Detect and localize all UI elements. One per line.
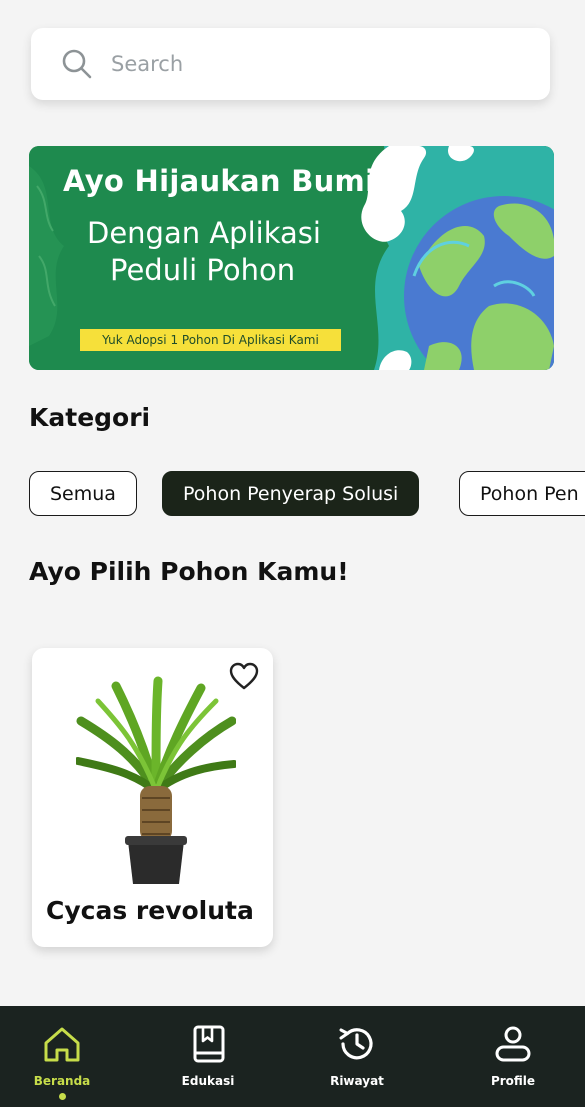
plant-image — [76, 676, 236, 884]
search-bar[interactable] — [31, 28, 550, 100]
search-input[interactable] — [111, 52, 491, 76]
home-icon — [44, 1027, 80, 1062]
nav-label-beranda: Beranda — [33, 1074, 91, 1088]
banner-tagline: Yuk Adopsi 1 Pohon Di Aplikasi Kami — [80, 329, 341, 351]
nav-item-profile[interactable]: Profile — [453, 1006, 573, 1107]
category-chip-list: Semua Pohon Penyerap Solusi Pohon Pen — [0, 471, 585, 517]
user-icon — [495, 1026, 531, 1062]
chip-semua[interactable]: Semua — [29, 471, 137, 516]
promo-banner[interactable]: Ayo Hijaukan Bumi Dengan Aplikasi Peduli… — [29, 146, 554, 370]
chip-pohon-penyerap-solusi[interactable]: Pohon Penyerap Solusi — [162, 471, 420, 516]
tree-card[interactable]: Cycas revoluta — [32, 648, 273, 947]
nav-item-beranda[interactable]: Beranda — [2, 1006, 122, 1107]
banner-headline: Ayo Hijaukan Bumi — [63, 164, 376, 198]
chip-pohon-pen[interactable]: Pohon Pen — [459, 471, 585, 516]
nav-item-riwayat[interactable]: Riwayat — [297, 1006, 417, 1107]
nav-label-riwayat: Riwayat — [330, 1074, 384, 1088]
category-section-title: Kategori — [29, 403, 151, 432]
nav-label-edukasi: Edukasi — [181, 1074, 235, 1088]
banner-subline-1: Dengan Aplikasi — [87, 216, 321, 250]
tree-section-title: Ayo Pilih Pohon Kamu! — [29, 557, 349, 586]
active-indicator-dot — [58, 1093, 66, 1100]
nav-label-profile: Profile — [490, 1074, 536, 1088]
banner-subline-2: Peduli Pohon — [110, 253, 296, 287]
nav-item-edukasi[interactable]: Edukasi — [148, 1006, 268, 1107]
book-icon — [193, 1025, 225, 1063]
tree-name: Cycas revoluta — [46, 896, 254, 925]
history-icon — [339, 1028, 373, 1060]
home-screen: Ayo Hijaukan Bumi Dengan Aplikasi Peduli… — [0, 0, 585, 1107]
bottom-navigation: Beranda Edukasi Riwayat Profile — [0, 1006, 585, 1107]
search-icon — [62, 49, 92, 79]
